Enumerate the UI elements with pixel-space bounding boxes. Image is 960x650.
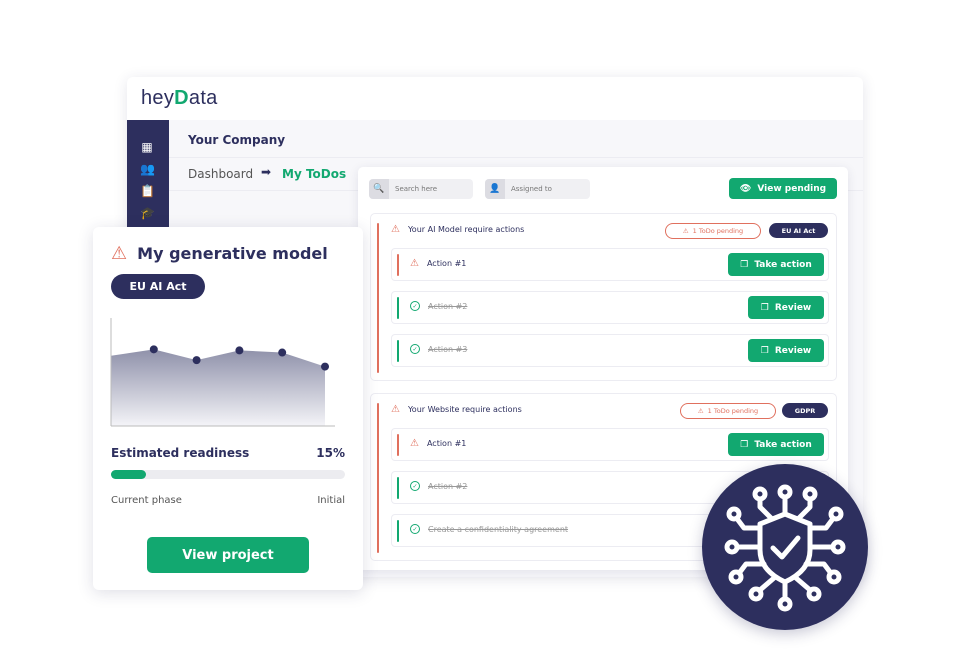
breadcrumb-dashboard[interactable]: Dashboard: [188, 167, 253, 181]
review-button[interactable]: ❐ Review: [748, 339, 824, 362]
sparkline-point: [192, 356, 201, 365]
row-status-bar: [397, 434, 399, 456]
sparkline-point: [278, 348, 287, 357]
check-circle-icon: ✓: [410, 481, 420, 491]
readiness-progress: [111, 470, 345, 479]
warning-icon: ⚠: [697, 407, 704, 415]
clipboard-icon[interactable]: 📋: [140, 184, 155, 198]
phase-label: Current phase: [111, 495, 182, 506]
check-circle-icon: ✓: [410, 524, 420, 534]
phase-value: Initial: [317, 495, 345, 506]
warning-icon: ⚠: [410, 258, 419, 269]
warning-icon: ⚠: [391, 224, 400, 235]
sparkline-point: [235, 346, 244, 355]
group-status-bar: [377, 403, 379, 553]
todo-row[interactable]: ✓ Action #3 ❐ Review: [391, 334, 829, 367]
row-status-bar: [397, 297, 399, 319]
model-card: ⚠ My generative model EU AI Act Estimate…: [93, 227, 363, 590]
review-button[interactable]: ❐ Review: [748, 296, 824, 319]
graduation-cap-icon[interactable]: 🎓: [140, 206, 155, 220]
readiness-label: Estimated readiness: [111, 446, 250, 460]
readiness-value: 15%: [316, 446, 345, 460]
search-icon: 🔍: [369, 179, 389, 199]
heydata-logo: heyData: [141, 87, 218, 109]
copy-icon: ❐: [740, 259, 749, 270]
eye-icon: 👁: [739, 183, 752, 194]
row-status-bar: [397, 520, 399, 542]
view-project-button[interactable]: View project: [147, 537, 309, 573]
ai-security-badge: [702, 464, 868, 630]
users-icon[interactable]: 👥: [140, 162, 155, 176]
warning-icon: ⚠: [682, 227, 689, 235]
check-circle-icon: ✓: [410, 301, 420, 311]
todo-row[interactable]: ⚠ Action #1 ❐ Take action: [391, 428, 829, 461]
arrow-right-icon: ➡: [261, 165, 272, 179]
readiness-sparkline: [110, 318, 335, 427]
copy-icon: ❐: [760, 345, 769, 356]
sparkline-area: [111, 349, 325, 426]
copy-icon: ❐: [760, 302, 769, 313]
assigned-to-filter[interactable]: 👤 Assigned to: [485, 179, 590, 199]
readiness-progress-fill: [111, 470, 147, 479]
user-icon: 👤: [485, 179, 505, 199]
row-status-bar: [397, 340, 399, 362]
take-action-button[interactable]: ❐ Take action: [728, 433, 824, 456]
pending-badge: ⚠ 1 ToDo pending: [680, 403, 776, 419]
shield-circuit-icon: [724, 484, 846, 612]
row-status-bar: [397, 254, 399, 276]
breadcrumb-current: My ToDos: [282, 167, 347, 181]
warning-icon: ⚠: [391, 404, 400, 415]
check-circle-icon: ✓: [410, 344, 420, 354]
company-name: Your Company: [188, 133, 286, 147]
search-input[interactable]: 🔍 Search here: [369, 179, 473, 199]
todo-row[interactable]: ✓ Action #2 ❐ Review: [391, 291, 829, 324]
row-status-bar: [397, 477, 399, 499]
regulation-tag: EU AI Act: [769, 223, 828, 238]
dashboard-icon[interactable]: ▦: [140, 140, 154, 154]
sparkline-point: [321, 362, 329, 371]
todo-row[interactable]: ⚠ Action #1 ❐ Take action: [391, 248, 829, 281]
todo-group: ⚠ Your AI Model require actions ⚠ 1 ToDo p…: [370, 213, 837, 381]
group-status-bar: [377, 223, 379, 373]
sparkline-point: [149, 345, 158, 354]
copy-icon: ❐: [740, 439, 749, 450]
take-action-button[interactable]: ❐ Take action: [728, 253, 824, 276]
pending-badge: ⚠ 1 ToDo pending: [665, 223, 761, 239]
view-pending-button[interactable]: 👁 View pending: [729, 178, 837, 199]
warning-icon: ⚠: [410, 438, 419, 449]
regulation-tag: GDPR: [782, 403, 828, 418]
